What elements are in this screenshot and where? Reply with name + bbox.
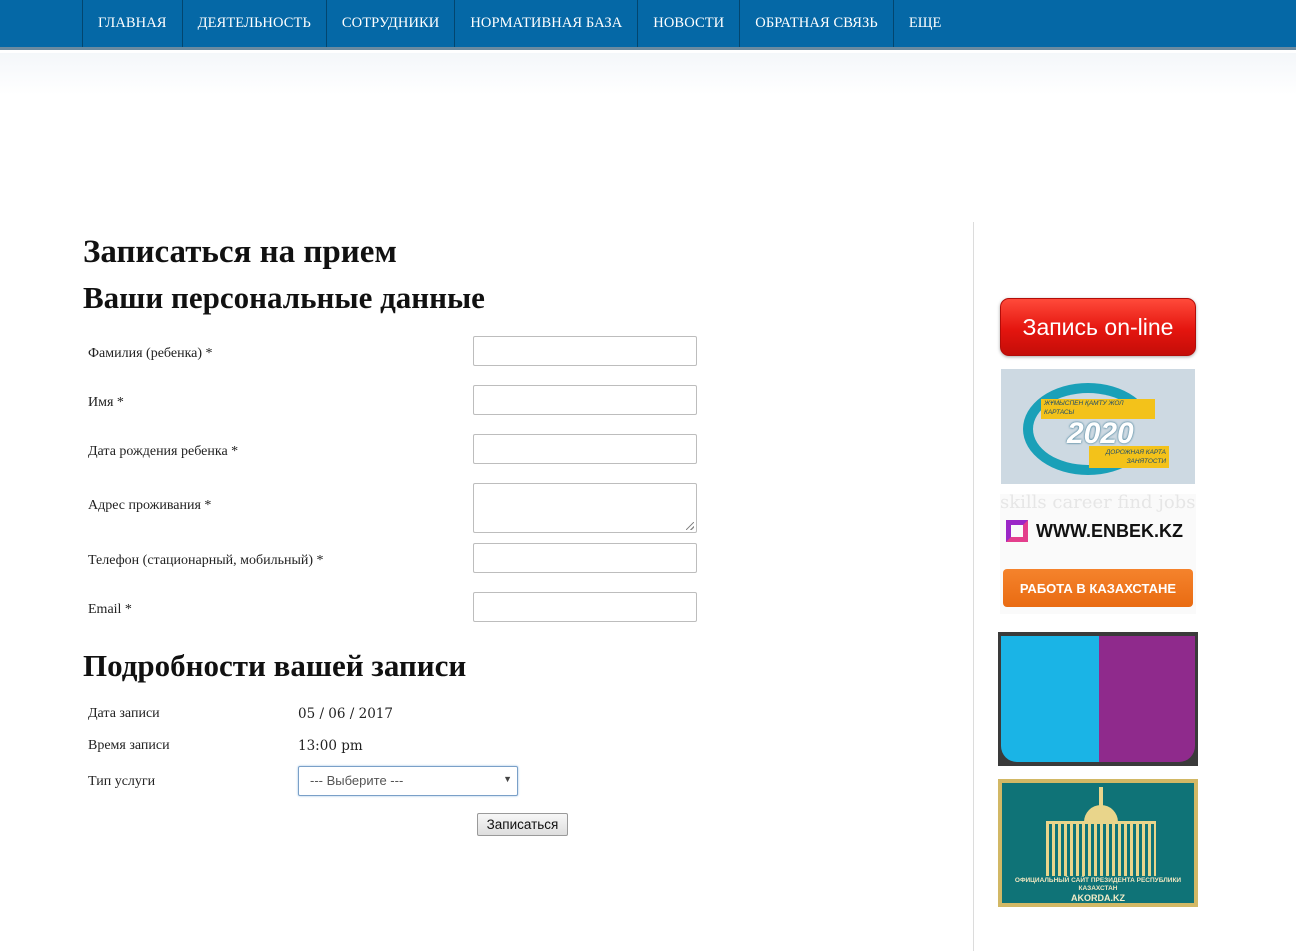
chevron-down-icon: ▼ [503,774,512,784]
birthdate-label: Дата рождения ребенка * [88,444,239,459]
book-left-page-icon [1001,636,1099,762]
name-input[interactable] [473,385,697,415]
date-value: 05 / 06 / 2017 [298,706,393,722]
nav-item-more[interactable]: ЕЩЕ [892,0,957,47]
nav-item-home[interactable]: ГЛАВНАЯ [82,0,182,47]
email-input[interactable] [473,592,697,622]
time-value: 13:00 pm [298,738,363,754]
submit-button[interactable]: Записаться [477,813,568,836]
birthdate-input[interactable] [473,434,697,464]
resize-handle-icon[interactable] [686,522,694,530]
nav-item-staff[interactable]: СОТРУДНИКИ [325,0,454,47]
nav-item-news[interactable]: НОВОСТИ [637,0,739,47]
service-type-selected: --- Выберите --- [310,773,404,788]
name-label: Имя * [88,395,124,410]
roadmap-2020-banner[interactable]: ЖҰМЫСПЕН ҚАМТУ ЖОЛ КАРТАСЫ 2020 ДОРОЖНАЯ… [1001,369,1195,484]
top-navigation: ГЛАВНАЯ ДЕЯТЕЛЬНОСТЬ СОТРУДНИКИ НОРМАТИВ… [0,0,1296,50]
enbek-job-button[interactable]: РАБОТА В КАЗАХСТАНЕ [1003,569,1193,607]
nav-item-activity[interactable]: ДЕЯТЕЛЬНОСТЬ [181,0,326,47]
appointment-form-area: Записаться на прием Ваши персональные да… [83,228,943,836]
date-label: Дата записи [88,706,160,721]
nav-item-regulations[interactable]: НОРМАТИВНАЯ БАЗА [454,0,637,47]
enbek-banner[interactable]: skills career find jobs career WWW.ENBEK… [1000,494,1196,614]
akorda-site: AKORDA.KZ [1071,893,1125,903]
service-type-select[interactable]: --- Выберите --- ▼ [298,766,518,796]
header-banner [0,53,1296,123]
enbek-logo-icon [1006,520,1028,542]
service-type-label: Тип услуги [88,774,156,789]
phone-label: Телефон (стационарный, мобильный) * [88,553,324,568]
surname-input[interactable] [473,336,697,366]
phone-input[interactable] [473,543,697,573]
akorda-spire-icon [1099,787,1103,807]
online-booking-banner[interactable]: Запись on-line [1000,298,1196,356]
appointment-details-heading: Подробности вашей записи [83,648,467,683]
enbek-logo: WWW.ENBEK.KZ [1006,520,1183,542]
open-book-banner[interactable] [998,632,1198,766]
address-textarea[interactable] [473,483,697,533]
surname-label: Фамилия (ребенка) * [88,346,213,361]
book-right-page-icon [1099,636,1195,762]
address-label: Адрес проживания * [88,498,212,513]
akorda-banner[interactable]: ОФИЦИАЛЬНЫЙ САЙТ ПРЕЗИДЕНТА РЕСПУБЛИКИ К… [998,779,1198,907]
roadmap-bottom-text: ДОРОЖНАЯ КАРТА ЗАНЯТОСТИ [1089,446,1169,468]
time-label: Время записи [88,738,170,753]
page-title: Записаться на прием [83,234,397,270]
sidebar-divider [973,222,974,951]
roadmap-top-text: ЖҰМЫСПЕН ҚАМТУ ЖОЛ КАРТАСЫ [1041,399,1155,419]
akorda-caption: ОФИЦИАЛЬНЫЙ САЙТ ПРЕЗИДЕНТА РЕСПУБЛИКИ К… [1014,877,1182,892]
akorda-building-icon [1046,821,1156,876]
personal-data-heading: Ваши персональные данные [83,280,485,315]
enbek-url: WWW.ENBEK.KZ [1036,520,1183,541]
email-label: Email * [88,602,132,617]
nav-item-feedback[interactable]: ОБРАТНАЯ СВЯЗЬ [739,0,893,47]
nav-menu: ГЛАВНАЯ ДЕЯТЕЛЬНОСТЬ СОТРУДНИКИ НОРМАТИВ… [0,0,1296,47]
